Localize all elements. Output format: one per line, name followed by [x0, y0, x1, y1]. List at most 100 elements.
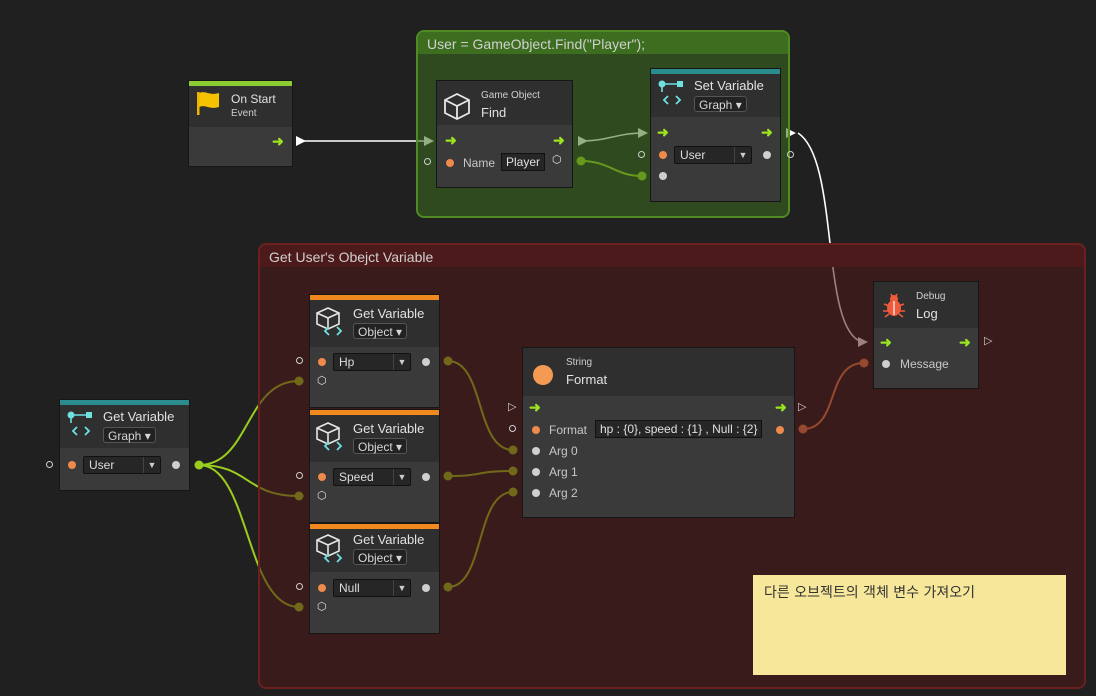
variable-dropdown[interactable]: Hp ▼	[333, 353, 411, 371]
name-input-port[interactable]	[318, 358, 326, 366]
format-field[interactable]: hp : {0}, speed : {1} , Null : {2}	[595, 420, 763, 438]
node-debug-log[interactable]: Debug Log ➜ ➜ Message	[873, 281, 979, 389]
flow-out-ring-port[interactable]: ▷	[798, 402, 806, 413]
node-title: Get Variable	[103, 409, 175, 424]
variable-label: User	[680, 148, 706, 162]
graph-canvas[interactable]: User = GameObject.Find("Player"); Get Us…	[0, 0, 1096, 696]
cube-icon	[444, 92, 470, 120]
input-ring-port[interactable]	[46, 461, 53, 468]
node-get-null-variable[interactable]: Get Variable Object ▾ Null ▼ ⬡	[309, 523, 440, 634]
variable-dropdown[interactable]: User ▼	[83, 456, 161, 474]
output-cube-icon[interactable]: ⬡	[552, 155, 562, 166]
kind-dropdown[interactable]: Object ▾	[353, 323, 408, 339]
variable-dropdown[interactable]: Null ▼	[333, 579, 411, 597]
input-ring-port[interactable]	[296, 472, 303, 479]
variable-label: Null	[339, 581, 360, 595]
input-ring-port[interactable]	[509, 425, 516, 432]
node-title: Log	[916, 306, 938, 321]
node-get-speed-variable[interactable]: Get Variable Object ▾ Speed ▼ ⬡	[309, 409, 440, 523]
name-field[interactable]: Player	[501, 153, 546, 171]
value-output-port[interactable]	[422, 584, 430, 592]
flow-out-port[interactable]: ➜	[959, 335, 971, 349]
group-title[interactable]: Get User's Obejct Variable	[269, 249, 433, 265]
kind-dropdown[interactable]: Object ▾	[353, 549, 408, 565]
node-title: Find	[481, 105, 507, 120]
object-input-cube-icon[interactable]: ⬡	[317, 491, 327, 502]
node-title: Get Variable	[353, 306, 425, 321]
name-input-port[interactable]	[446, 159, 454, 167]
object-input-cube-icon[interactable]: ⬡	[317, 602, 327, 613]
value-output-port[interactable]	[763, 151, 771, 159]
flow-out-port[interactable]: ➜	[553, 133, 565, 147]
chevron-down-icon: ▼	[393, 469, 410, 485]
kind-dropdown[interactable]: Graph ▾	[694, 96, 747, 112]
variable-graph-icon	[658, 80, 683, 105]
flag-icon	[197, 92, 219, 115]
chevron-down-icon: ▼	[393, 580, 410, 596]
value-output-port[interactable]	[422, 358, 430, 366]
arg0-input-port[interactable]	[532, 447, 540, 455]
kind-label: Graph	[699, 98, 733, 112]
result-output-port[interactable]	[776, 426, 784, 434]
kind-label: Object	[358, 325, 393, 339]
kind-label: Object	[358, 440, 393, 454]
node-set-variable[interactable]: Set Variable Graph ▾ ➜ ➜ User ▼	[650, 68, 781, 202]
node-get-hp-variable[interactable]: Get Variable Object ▾ Hp ▼ ⬡	[309, 294, 440, 408]
node-get-user-variable[interactable]: Get Variable Graph ▾ User ▼	[59, 399, 190, 491]
node-string-format[interactable]: String Format ➜ ➜ Format hp : {0}, speed…	[522, 347, 795, 518]
input-ring-port[interactable]	[638, 151, 645, 158]
arg2-input-port[interactable]	[532, 489, 540, 497]
input-ring-port[interactable]	[296, 583, 303, 590]
flow-out-port[interactable]: ➜	[272, 134, 284, 148]
flow-in-port[interactable]: ➜	[657, 125, 669, 139]
variable-label: Hp	[339, 355, 355, 369]
name-input-port[interactable]	[68, 461, 76, 469]
string-circle-icon	[533, 365, 553, 385]
format-input-port[interactable]	[532, 426, 540, 434]
flow-in-port[interactable]: ➜	[445, 133, 457, 147]
input-ring-port[interactable]	[296, 357, 303, 364]
value-output-port[interactable]	[422, 473, 430, 481]
node-game-object-find[interactable]: Game Object Find ➜ ➜ Name Player ⬡	[436, 80, 573, 188]
output-ring-port[interactable]	[787, 151, 794, 158]
variable-dropdown[interactable]: User ▼	[674, 146, 752, 164]
flow-arrowhead	[296, 136, 306, 146]
kind-label: Graph	[108, 429, 142, 443]
sticky-note-text[interactable]: 다른 오브젝트의 객체 변수 가져오기	[764, 582, 975, 602]
format-label: Format	[549, 423, 588, 437]
sticky-note[interactable]: 다른 오브젝트의 객체 변수 가져오기	[753, 575, 1066, 675]
flow-out-port[interactable]: ➜	[775, 400, 787, 414]
node-title: Get Variable	[353, 421, 425, 436]
kind-dropdown[interactable]: Object ▾	[353, 438, 408, 454]
arg2-label: Arg 2	[549, 486, 578, 500]
variable-graph-icon	[67, 411, 92, 436]
flow-in-port[interactable]: ➜	[880, 335, 892, 349]
message-input-port[interactable]	[882, 360, 890, 368]
group-title[interactable]: User = GameObject.Find("Player");	[427, 36, 645, 52]
node-category: Debug	[916, 291, 946, 302]
variable-label: User	[89, 458, 115, 472]
node-category: Game Object	[481, 90, 540, 101]
message-label: Message	[900, 357, 949, 371]
node-category: String	[566, 357, 593, 368]
node-title: On Start	[231, 92, 276, 106]
chevron-down-icon: ▼	[734, 147, 751, 163]
value-output-port[interactable]	[172, 461, 180, 469]
flow-out-port[interactable]: ➜	[761, 125, 773, 139]
name-input-port[interactable]	[318, 473, 326, 481]
variable-cube-icon	[316, 307, 343, 336]
value-input-port[interactable]	[659, 172, 667, 180]
chevron-down-icon: ▼	[143, 457, 160, 473]
node-on-start[interactable]: On Start Event ➜	[188, 80, 293, 167]
chevron-down-icon: ▼	[393, 354, 410, 370]
object-input-cube-icon[interactable]: ⬡	[317, 376, 327, 387]
name-input-port[interactable]	[659, 151, 667, 159]
kind-dropdown[interactable]: Graph ▾	[103, 427, 156, 443]
variable-dropdown[interactable]: Speed ▼	[333, 468, 411, 486]
flow-out-ring-port[interactable]: ▷	[984, 336, 992, 347]
flow-in-port[interactable]: ➜	[529, 400, 541, 414]
arg1-input-port[interactable]	[532, 468, 540, 476]
flow-in-ring-port[interactable]: ▷	[508, 402, 516, 413]
name-input-port[interactable]	[318, 584, 326, 592]
input-ring-port[interactable]	[424, 158, 431, 165]
